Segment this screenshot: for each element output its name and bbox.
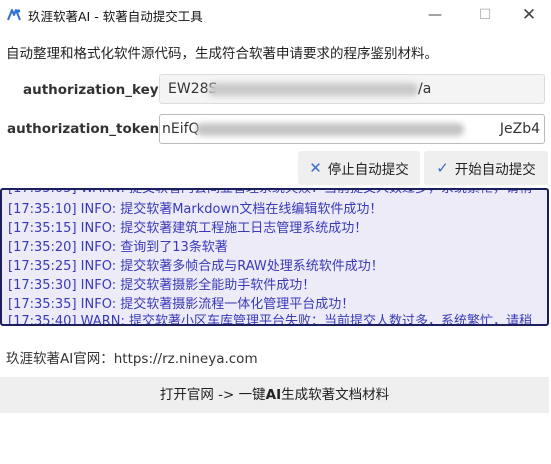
log-line: [17:35:05] WARN: 提交软著门会间业管理系统失败：当前提交人数过多… [8,188,532,196]
log-line: [17:35:20] INFO: 查询到了13条软著 [8,240,228,255]
redacted-blur [208,83,418,96]
stop-auto-submit-button[interactable]: ✕ 停止自动提交 [298,151,420,185]
minimize-button[interactable]: — [420,4,450,26]
redacted-blur [196,123,464,136]
log-line: [17:35:30] INFO: 提交软著摄影全能助手软件成功！ [8,278,316,293]
window-title: 玖涯软著AI - 软著自动提交工具 [28,9,203,24]
open-button-suffix: 生成软著文档材料 [281,387,390,403]
description-text: 自动整理和格式化软件源代码，生成符合软著申请要求的程序鉴别材料。 [6,46,438,62]
title-bar: 玖涯软著AI - 软著自动提交工具 — ☐ ✕ [0,0,551,30]
authorization-token-prefix: nEifQ [162,121,200,137]
log-line: [17:35:35] INFO: 提交软著摄影流程一体化管理平台成功！ [8,297,355,312]
app-logo-icon [7,9,21,21]
open-website-button[interactable]: 打开官网 -> 一键AI生成软著文档材料 [0,377,549,413]
log-line: [17:35:25] INFO: 提交软著多帧合成与RAW处理系统软件成功！ [8,259,384,274]
authorization-key-input[interactable]: EW28S /a [159,74,545,104]
log-output[interactable]: [17:35:05] WARN: 提交软著门会间业管理系统失败：当前提交人数过多… [0,188,549,326]
log-line: [17:35:10] INFO: 提交软著Markdown文档在线编辑软件成功！ [8,202,383,217]
log-line: [17:35:15] INFO: 提交软著建筑工程施工日志管理系统成功！ [8,221,368,236]
authorization-key-suffix: /a [418,81,432,97]
stop-button-label: 停止自动提交 [327,162,409,178]
authorization-token-suffix: JeZb4 [499,121,540,137]
close-window-button[interactable]: ✕ [514,4,544,26]
site-url: https://rz.nineya.com [113,351,258,367]
check-icon: ✓ [436,159,449,177]
authorization-key-label: authorization_key [23,82,159,98]
log-line: [17:35:40] WARN: 提交软著小区车库管理平台失败：当前提交人数过多… [8,314,532,326]
start-button-label: 开始自动提交 [454,162,536,178]
maximize-button[interactable]: ☐ [470,4,500,26]
start-auto-submit-button[interactable]: ✓ 开始自动提交 [424,151,548,185]
authorization-token-label: authorization_token [7,121,160,137]
close-icon: ✕ [309,159,322,177]
official-site-line: 玖涯软著AI官网：https://rz.nineya.com [6,347,258,367]
open-button-prefix: 打开官网 -> 一键 [159,387,266,403]
authorization-token-input[interactable]: nEifQ JeZb4 [159,114,545,144]
open-button-bold: AI [265,387,282,403]
site-label: 玖涯软著AI官网： [6,351,114,367]
